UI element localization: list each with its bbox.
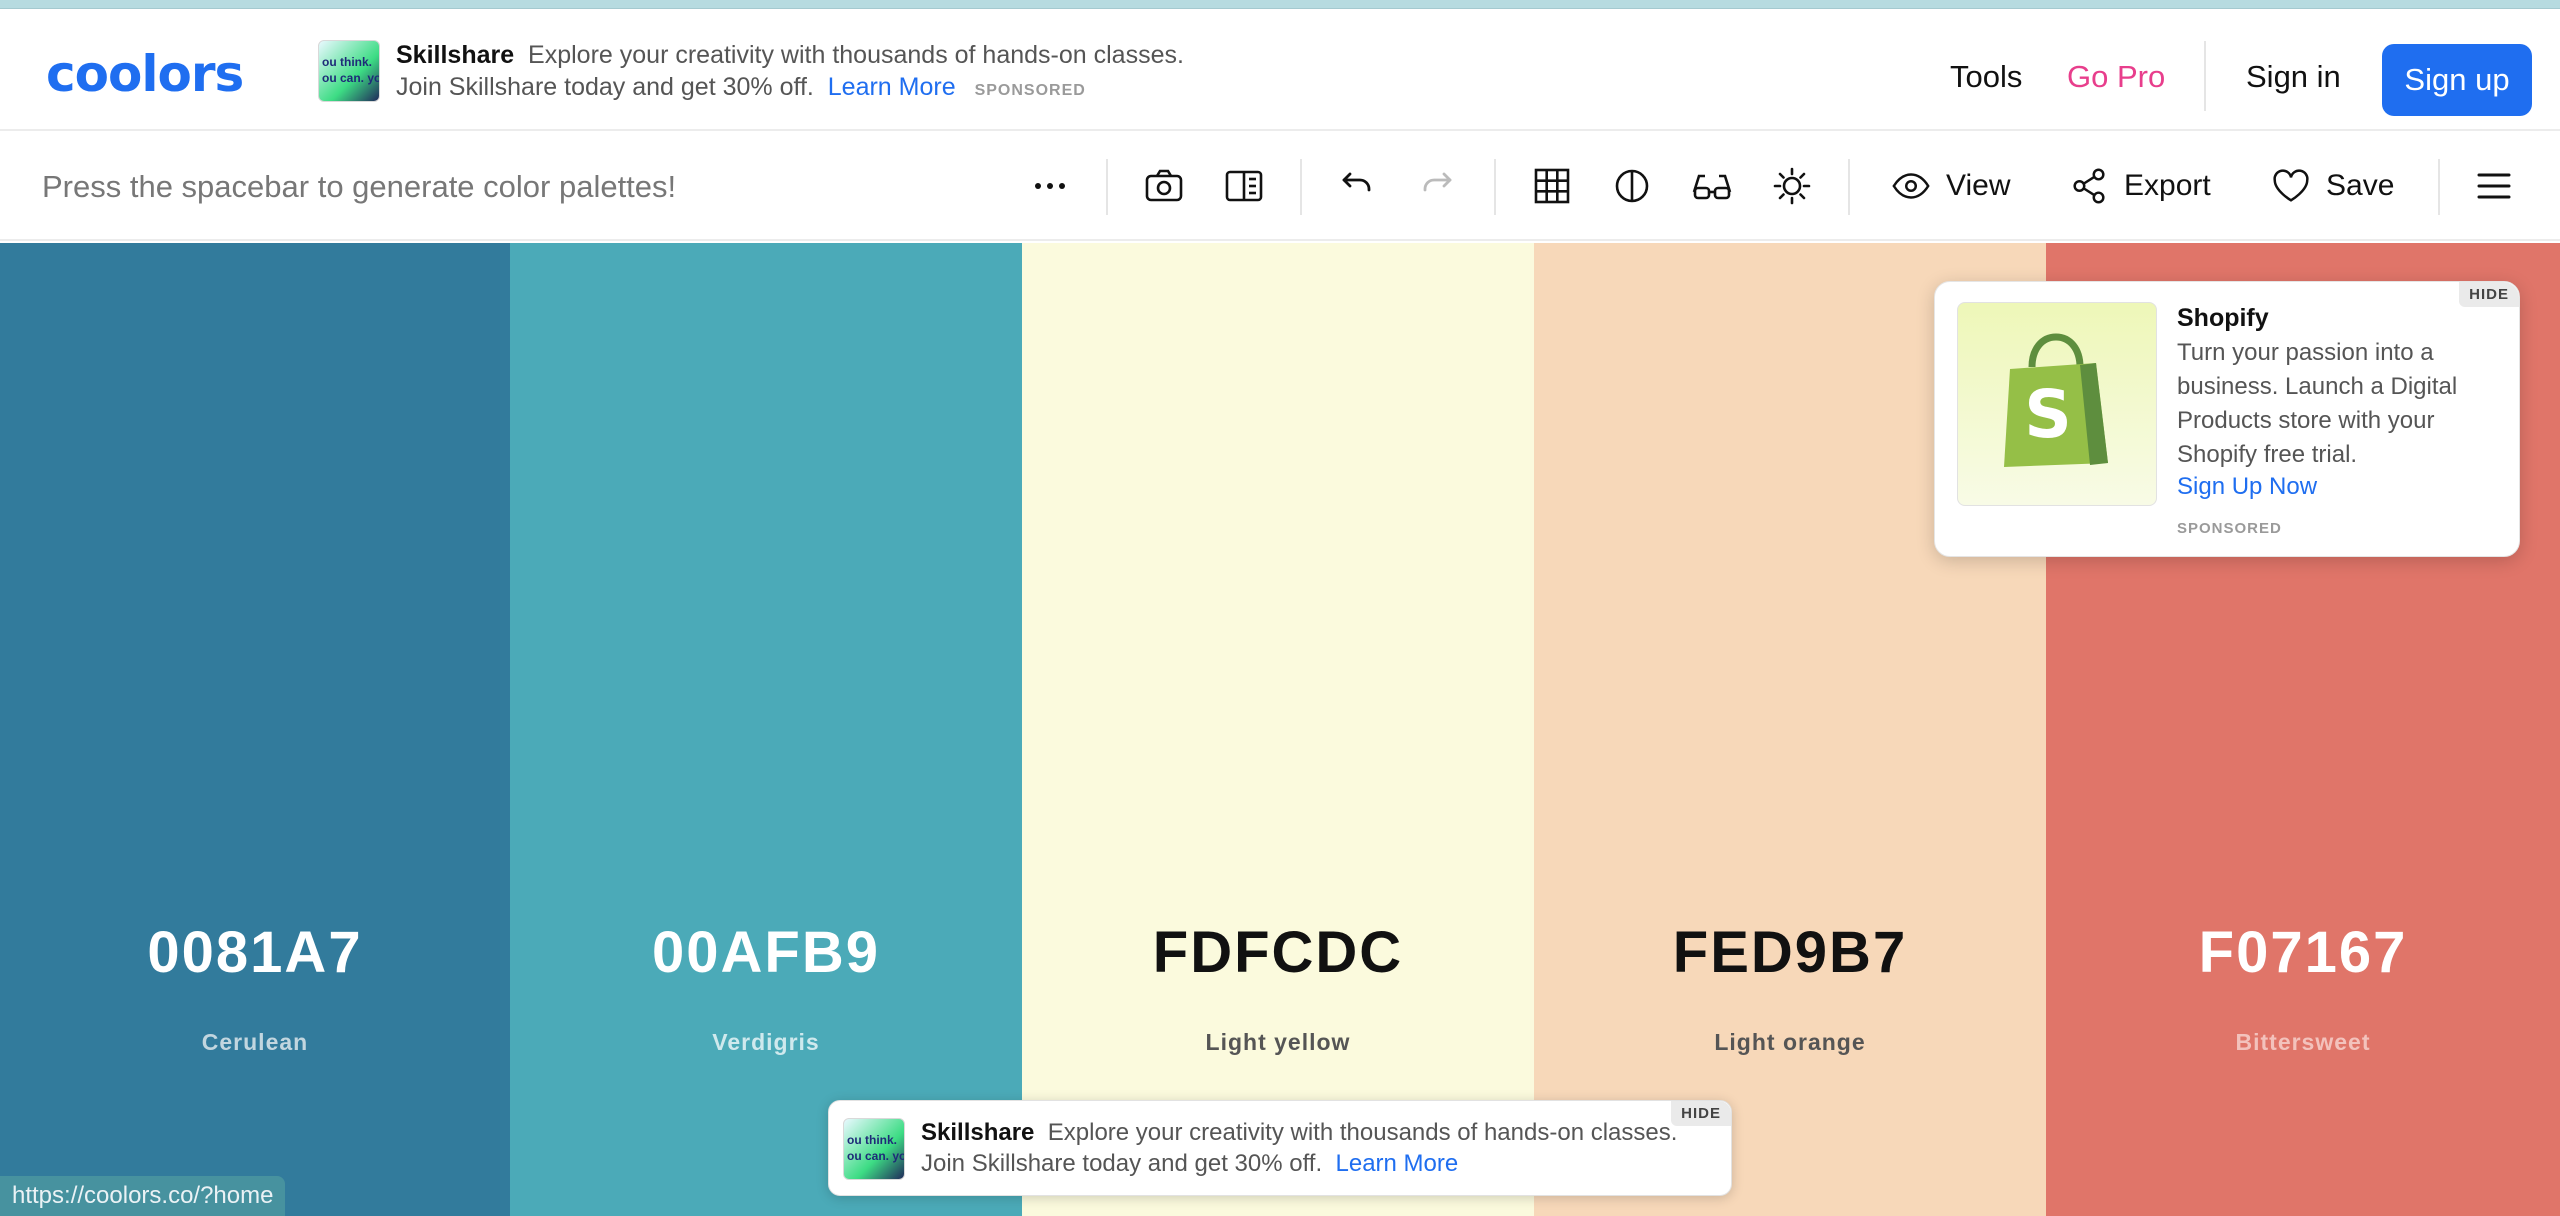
contrast-icon[interactable] [1610,164,1654,208]
sign-in-link[interactable]: Sign in [2246,59,2341,95]
nav-divider [2204,41,2206,111]
ad-brand: Skillshare [921,1119,1035,1146]
shopify-ad-body: Turn your passion into a business. Launc… [2177,339,2458,468]
status-bar-url: https://coolors.co/?home [0,1176,286,1216]
bottom-ad-text: Skillshare Explore your creativity with … [921,1117,1701,1179]
color-name: Cerulean [201,1029,309,1055]
save-button[interactable]: Save [2270,164,2394,208]
ad-thumb-text: ou think. [322,55,372,69]
hex-code[interactable]: FDFCDC [1022,919,1534,986]
sign-up-button[interactable]: Sign up [2382,44,2532,116]
brightness-icon[interactable] [1770,164,1814,208]
toolbar-divider [1848,159,1850,215]
toolbar-divider [1494,159,1496,215]
toolbar-divider [1106,159,1108,215]
export-button[interactable]: Export [2068,164,2211,208]
ad-brand: Skillshare [396,41,515,69]
grid-icon[interactable] [1530,164,1574,208]
sponsored-label: SPONSORED [974,82,1086,99]
color-swatch[interactable]: 0081A7 Cerulean [0,243,510,1216]
color-swatch[interactable]: FDFCDC Light yellow [1022,243,1534,1216]
shopify-bag-icon: S [2004,333,2108,467]
heart-icon [2273,169,2309,202]
site-header: coolors ou think. ou can. yo Skillshare … [0,9,2560,131]
export-label: Export [2124,169,2211,202]
browser-top-strip [0,0,2560,9]
color-swatch[interactable]: 00AFB9 Verdigris [510,243,1022,1216]
view-label: View [1946,169,2011,202]
color-name: Light yellow [1205,1029,1351,1055]
spacebar-hint: Press the spacebar to generate color pal… [42,169,677,204]
panel-icon[interactable] [1222,164,1266,208]
shopify-logo[interactable]: S [1957,302,2157,506]
svg-text:S: S [2024,376,2072,453]
shopify-ad-card[interactable]: S Shopify Turn your passion into a busin… [1934,281,2520,557]
hide-ad-button[interactable]: HIDE [1671,1101,1731,1126]
header-ad-text: Skillshare Explore your creativity with … [396,39,1216,107]
color-name: Verdigris [712,1029,820,1055]
hide-ad-button[interactable]: HIDE [2459,282,2519,307]
bottom-skillshare-ad[interactable]: ou think. ou can. yo Skillshare Explore … [828,1100,1732,1196]
skillshare-ad-thumbnail[interactable]: ou think. ou can. yo [318,40,380,102]
eye-icon [1892,173,1930,199]
generator-toolbar: Press the spacebar to generate color pal… [0,131,2560,241]
menu-icon[interactable] [2472,164,2516,208]
color-name: Light orange [1714,1029,1866,1055]
coolors-logo[interactable]: coolors [46,45,244,103]
save-label: Save [2326,169,2395,202]
hex-code[interactable]: F07167 [2046,919,2560,986]
ad-learn-more-link[interactable]: Learn More [1336,1150,1459,1177]
hex-code[interactable]: FED9B7 [1534,919,2046,986]
skillshare-ad-thumbnail[interactable]: ou think. ou can. yo [843,1118,905,1180]
color-name: Bittersweet [2235,1029,2371,1055]
shopify-sign-up-link[interactable]: Sign Up Now [2177,473,2317,501]
ad-thumb-text: ou can. yo [322,71,380,85]
view-button[interactable]: View [1890,164,2010,208]
toolbar-divider [2438,159,2440,215]
sponsored-label: SPONSORED [2177,520,2282,537]
nav-go-pro-link[interactable]: Go Pro [2067,59,2165,95]
ad-learn-more-link[interactable]: Learn More [828,73,956,101]
hex-code[interactable]: 00AFB9 [510,919,1022,986]
camera-icon[interactable] [1142,164,1186,208]
share-icon [2073,168,2105,204]
glasses-icon[interactable] [1690,164,1734,208]
shopify-ad-title: Shopify [2177,304,2269,332]
ad-thumb-text: ou think. [847,1133,897,1147]
ad-thumb-text: ou can. yo [847,1149,905,1163]
hex-code[interactable]: 0081A7 [0,919,510,986]
undo-icon[interactable] [1334,164,1378,208]
nav-tools-link[interactable]: Tools [1950,59,2022,95]
ad-body: Explore your creativity with thousands o… [921,1119,1678,1177]
more-icon[interactable] [1028,164,1072,208]
toolbar-divider [1300,159,1302,215]
redo-icon[interactable] [1416,164,1460,208]
